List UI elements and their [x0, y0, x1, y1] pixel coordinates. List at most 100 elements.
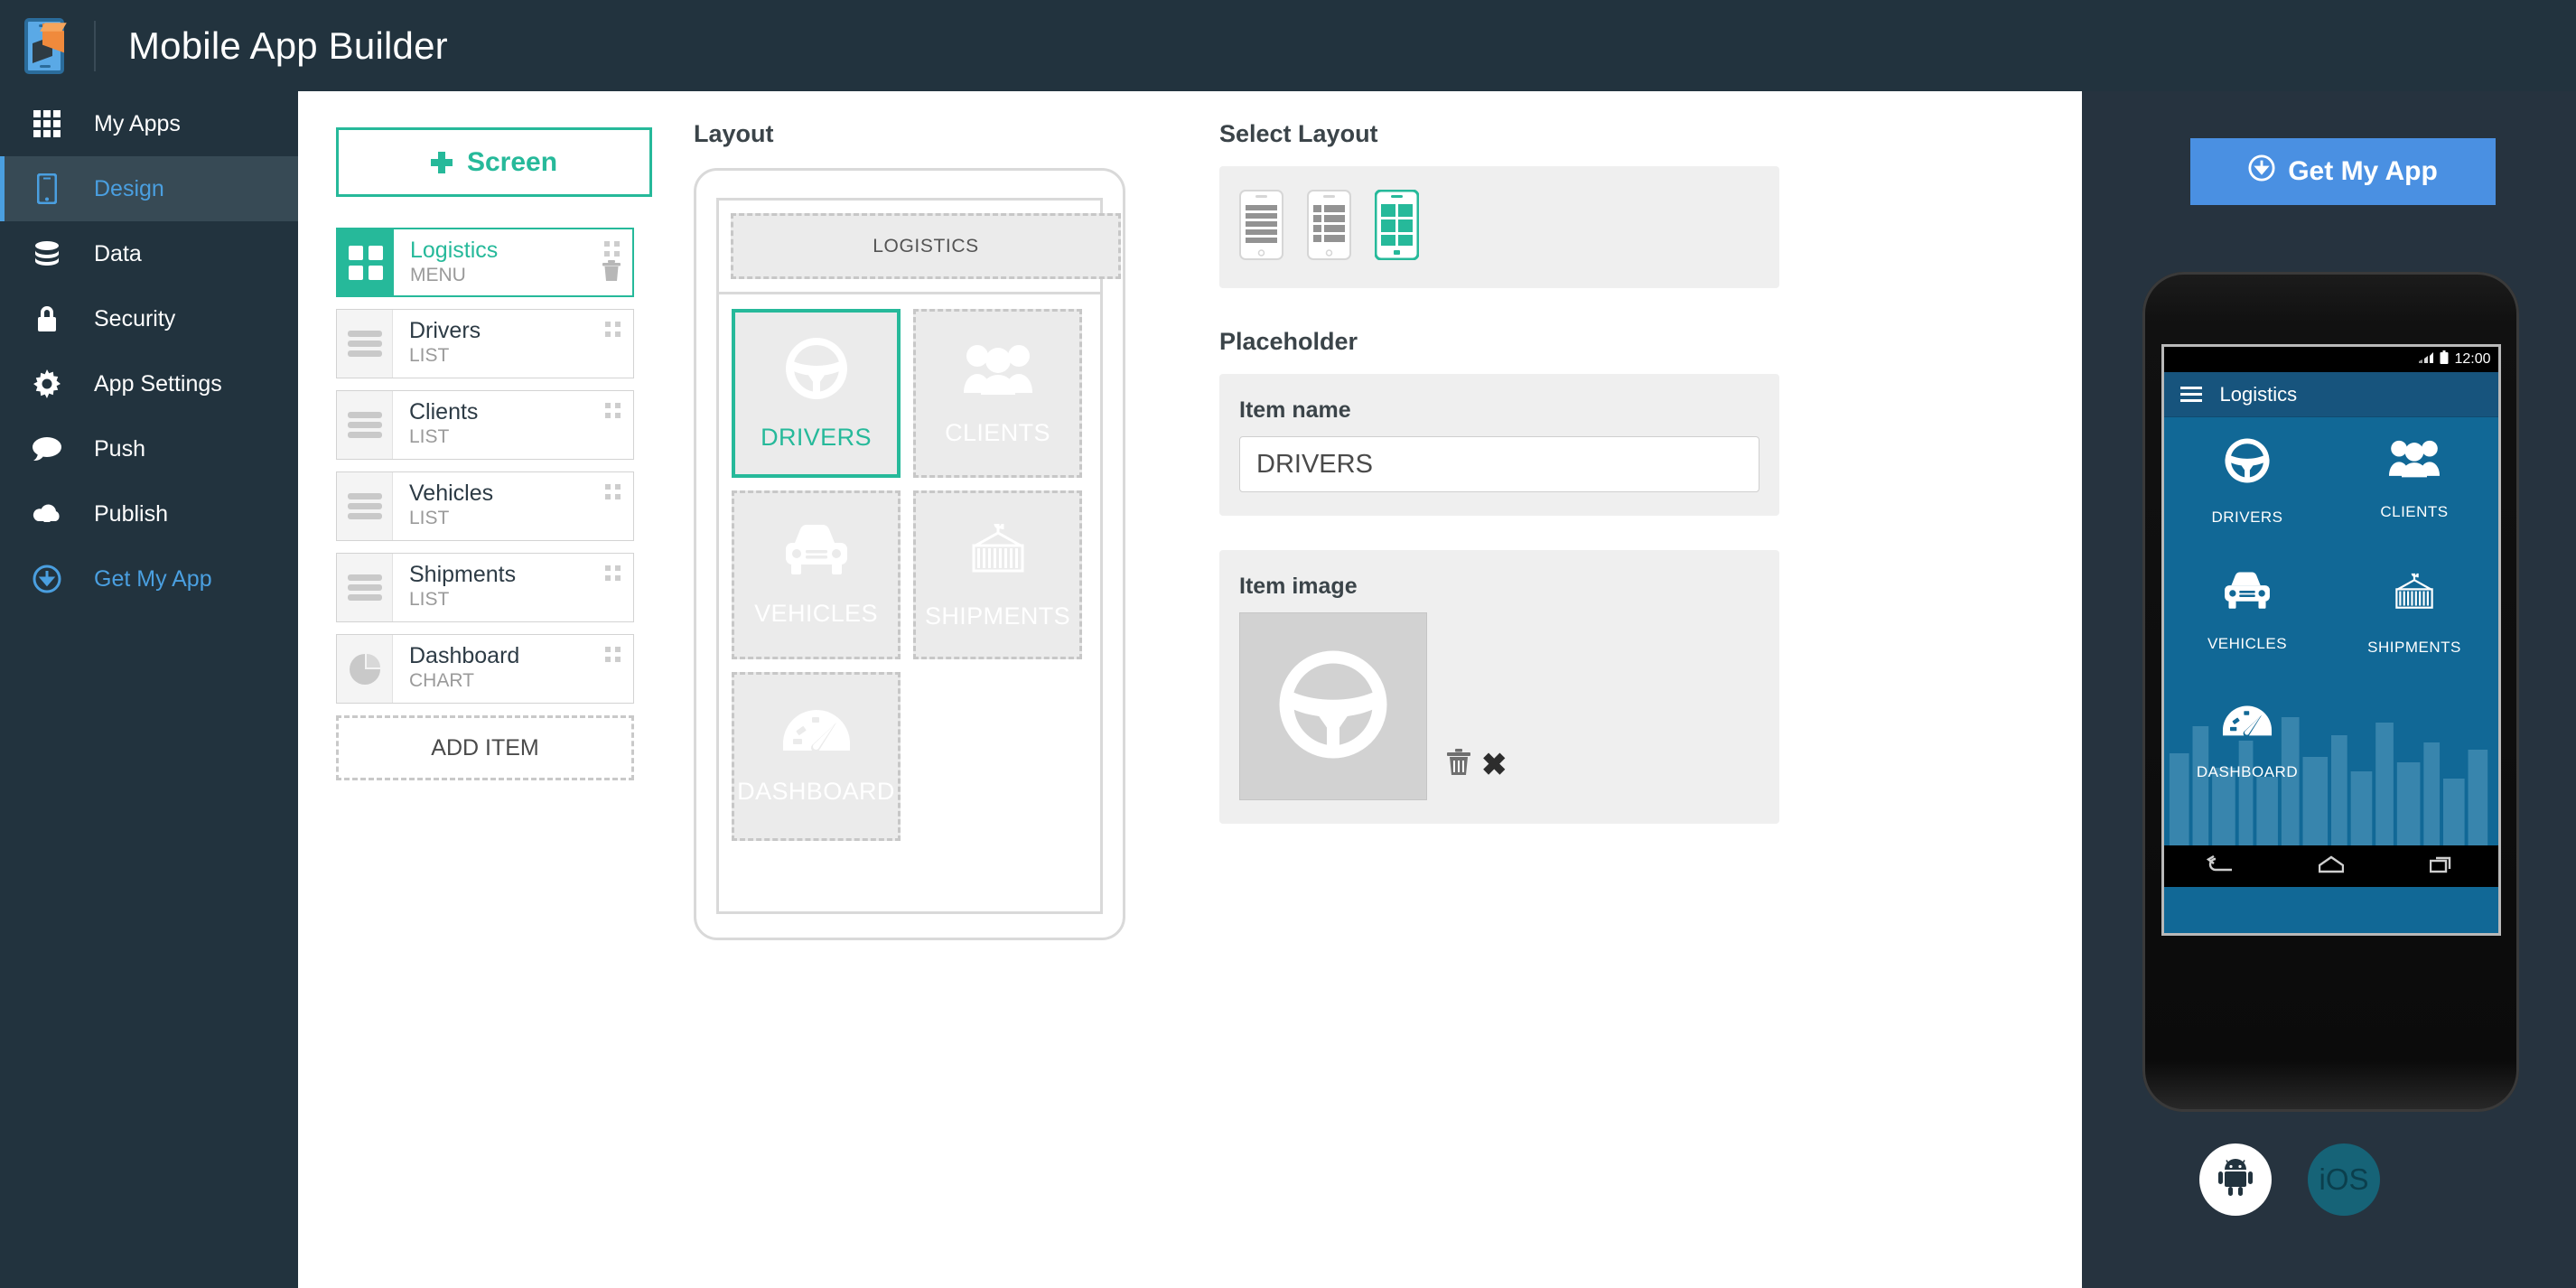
grid-four-icon — [338, 229, 394, 295]
sidebar-item-app-settings[interactable]: App Settings — [0, 351, 298, 416]
item-image-label: Item image — [1239, 574, 1358, 599]
hamburger-menu-icon[interactable] — [2179, 383, 2202, 406]
select-layout-title: Select Layout — [1219, 120, 1378, 147]
recents-icon[interactable] — [2429, 855, 2455, 878]
app-root: Mobile App Builder My Apps Design Data S… — [0, 0, 2576, 1288]
sidebar-item-design[interactable]: Design — [0, 156, 298, 221]
sidebar-item-label: My Apps — [94, 110, 181, 136]
add-screen-label: Screen — [466, 146, 558, 177]
header-tile[interactable]: LOGISTICS — [731, 213, 1121, 279]
layout-tile-label: VEHICLES — [754, 599, 878, 627]
sidebar-item-label: App Settings — [94, 370, 222, 397]
layout-option-list-thumbs[interactable] — [1307, 190, 1351, 265]
app-cell-label: SHIPMENTS — [2367, 639, 2461, 656]
screen-item-vehicles[interactable]: Vehicles LIST — [336, 471, 634, 541]
get-my-app-label: Get My App — [2288, 156, 2438, 186]
sidebar-item-push[interactable]: Push — [0, 416, 298, 481]
layout-option-list-lines[interactable] — [1239, 190, 1283, 265]
layout-option-grid[interactable] — [1374, 189, 1420, 265]
layout-tile-clients[interactable]: CLIENTS — [913, 309, 1082, 478]
preview-rail: Get My App 12:00 Logistics DRIVERS CLIEN… — [2082, 91, 2576, 1288]
app-cell-label: CLIENTS — [2380, 503, 2449, 520]
add-screen-button[interactable]: Screen — [336, 127, 652, 197]
steering-wheel-icon — [2224, 437, 2271, 489]
sidebar-item-label: Publish — [94, 500, 168, 527]
list-bars-icon — [337, 472, 393, 540]
list-bars-icon — [337, 310, 393, 378]
sidebar-item-label: Push — [94, 435, 145, 462]
gauge-icon — [2222, 705, 2273, 743]
layout-tile-vehicles[interactable]: VEHICLES — [732, 490, 901, 659]
sidebar-item-data[interactable]: Data — [0, 221, 298, 286]
screen-item-dashboard[interactable]: Dashboard CHART — [336, 634, 634, 704]
device-screen: 12:00 Logistics DRIVERS CLIENTS VEHICLES… — [2161, 344, 2501, 936]
status-bar: 12:00 — [2163, 347, 2498, 372]
app-cell-dashboard[interactable]: DASHBOARD — [2164, 705, 2331, 838]
container-icon — [2390, 571, 2439, 619]
screen-item-name: Drivers — [409, 318, 481, 343]
screen-item-name: Dashboard — [409, 643, 520, 668]
screen-item-type: LIST — [409, 425, 450, 447]
cloud-upload-icon — [0, 502, 94, 526]
app-cell-drivers[interactable]: DRIVERS — [2164, 437, 2331, 571]
people-group-icon — [2389, 437, 2440, 483]
drag-handle-icon[interactable] — [605, 484, 621, 499]
placeholder-panel: Item name — [1219, 374, 1779, 516]
screen-canvas: LOGISTICS DRIVERS CLIENTS VEHICLES SHIPM… — [716, 198, 1121, 914]
grid-icon — [0, 110, 94, 137]
home-icon[interactable] — [2319, 855, 2345, 878]
pie-chart-icon — [337, 635, 393, 703]
sidebar-item-get-my-app[interactable]: Get My App — [0, 546, 298, 611]
layout-tile-label: DASHBOARD — [737, 777, 895, 805]
page-title: Mobile App Builder — [128, 23, 448, 67]
app-cell-label: DASHBOARD — [2196, 763, 2299, 780]
item-image-preview[interactable] — [1239, 612, 1427, 800]
car-front-icon — [782, 523, 851, 582]
close-x-icon[interactable]: ✖ — [1481, 750, 1507, 780]
battery-icon — [2440, 350, 2449, 369]
screen-item-logistics[interactable]: Logistics MENU — [336, 228, 634, 297]
car-front-icon — [2222, 571, 2273, 615]
app-cell-vehicles[interactable]: VEHICLES — [2164, 571, 2331, 705]
sidebar-item-security[interactable]: Security — [0, 286, 298, 351]
sidebar-item-publish[interactable]: Publish — [0, 481, 298, 546]
app-cell-shipments[interactable]: SHIPMENTS — [2331, 571, 2498, 705]
screen-item-shipments[interactable]: Shipments LIST — [336, 553, 634, 622]
get-my-app-button[interactable]: Get My App — [2190, 138, 2496, 205]
drag-handle-icon[interactable] — [604, 241, 620, 257]
item-name-input[interactable] — [1239, 436, 1759, 492]
screen-item-type: CHART — [409, 669, 474, 691]
screen-item-clients[interactable]: Clients LIST — [336, 390, 634, 460]
design-board: Screen Logistics MENU Drivers LIST Clien… — [298, 91, 2082, 1288]
layout-tile-dashboard[interactable]: DASHBOARD — [732, 672, 901, 841]
drag-handle-icon[interactable] — [605, 322, 621, 337]
back-icon[interactable] — [2206, 854, 2234, 878]
layout-tile-drivers[interactable]: DRIVERS — [732, 309, 901, 478]
app-cell-label: VEHICLES — [2207, 635, 2288, 652]
drag-handle-icon[interactable] — [605, 647, 621, 662]
drag-handle-icon[interactable] — [605, 403, 621, 418]
gear-icon — [0, 369, 94, 398]
gauge-icon — [782, 708, 851, 760]
platform-switcher: iOS — [2199, 1143, 2380, 1216]
sidebar-item-my-apps[interactable]: My Apps — [0, 91, 298, 156]
drag-handle-icon[interactable] — [605, 565, 621, 581]
platform-android-button[interactable] — [2199, 1143, 2272, 1216]
layout-tile-shipments[interactable]: SHIPMENTS — [913, 490, 1082, 659]
trash-icon[interactable] — [1447, 749, 1470, 780]
android-nav-bar — [2163, 845, 2498, 887]
database-icon — [0, 240, 94, 267]
screen-item-drivers[interactable]: Drivers LIST — [336, 309, 634, 378]
list-bars-icon — [337, 391, 393, 459]
steering-wheel-icon — [784, 336, 849, 406]
item-image-panel: Item image ✖ — [1219, 550, 1779, 824]
steering-wheel-icon — [1276, 648, 1390, 766]
placeholder-title: Placeholder — [1219, 328, 1358, 355]
delete-screen-icon[interactable] — [602, 260, 621, 286]
app-cell-clients[interactable]: CLIENTS — [2331, 437, 2498, 571]
add-item-label: ADD ITEM — [431, 734, 539, 761]
app-cell-label: DRIVERS — [2211, 509, 2283, 526]
platform-ios-button[interactable]: iOS — [2308, 1143, 2380, 1216]
lock-icon — [0, 304, 94, 333]
add-item-button[interactable]: ADD ITEM — [336, 715, 634, 780]
